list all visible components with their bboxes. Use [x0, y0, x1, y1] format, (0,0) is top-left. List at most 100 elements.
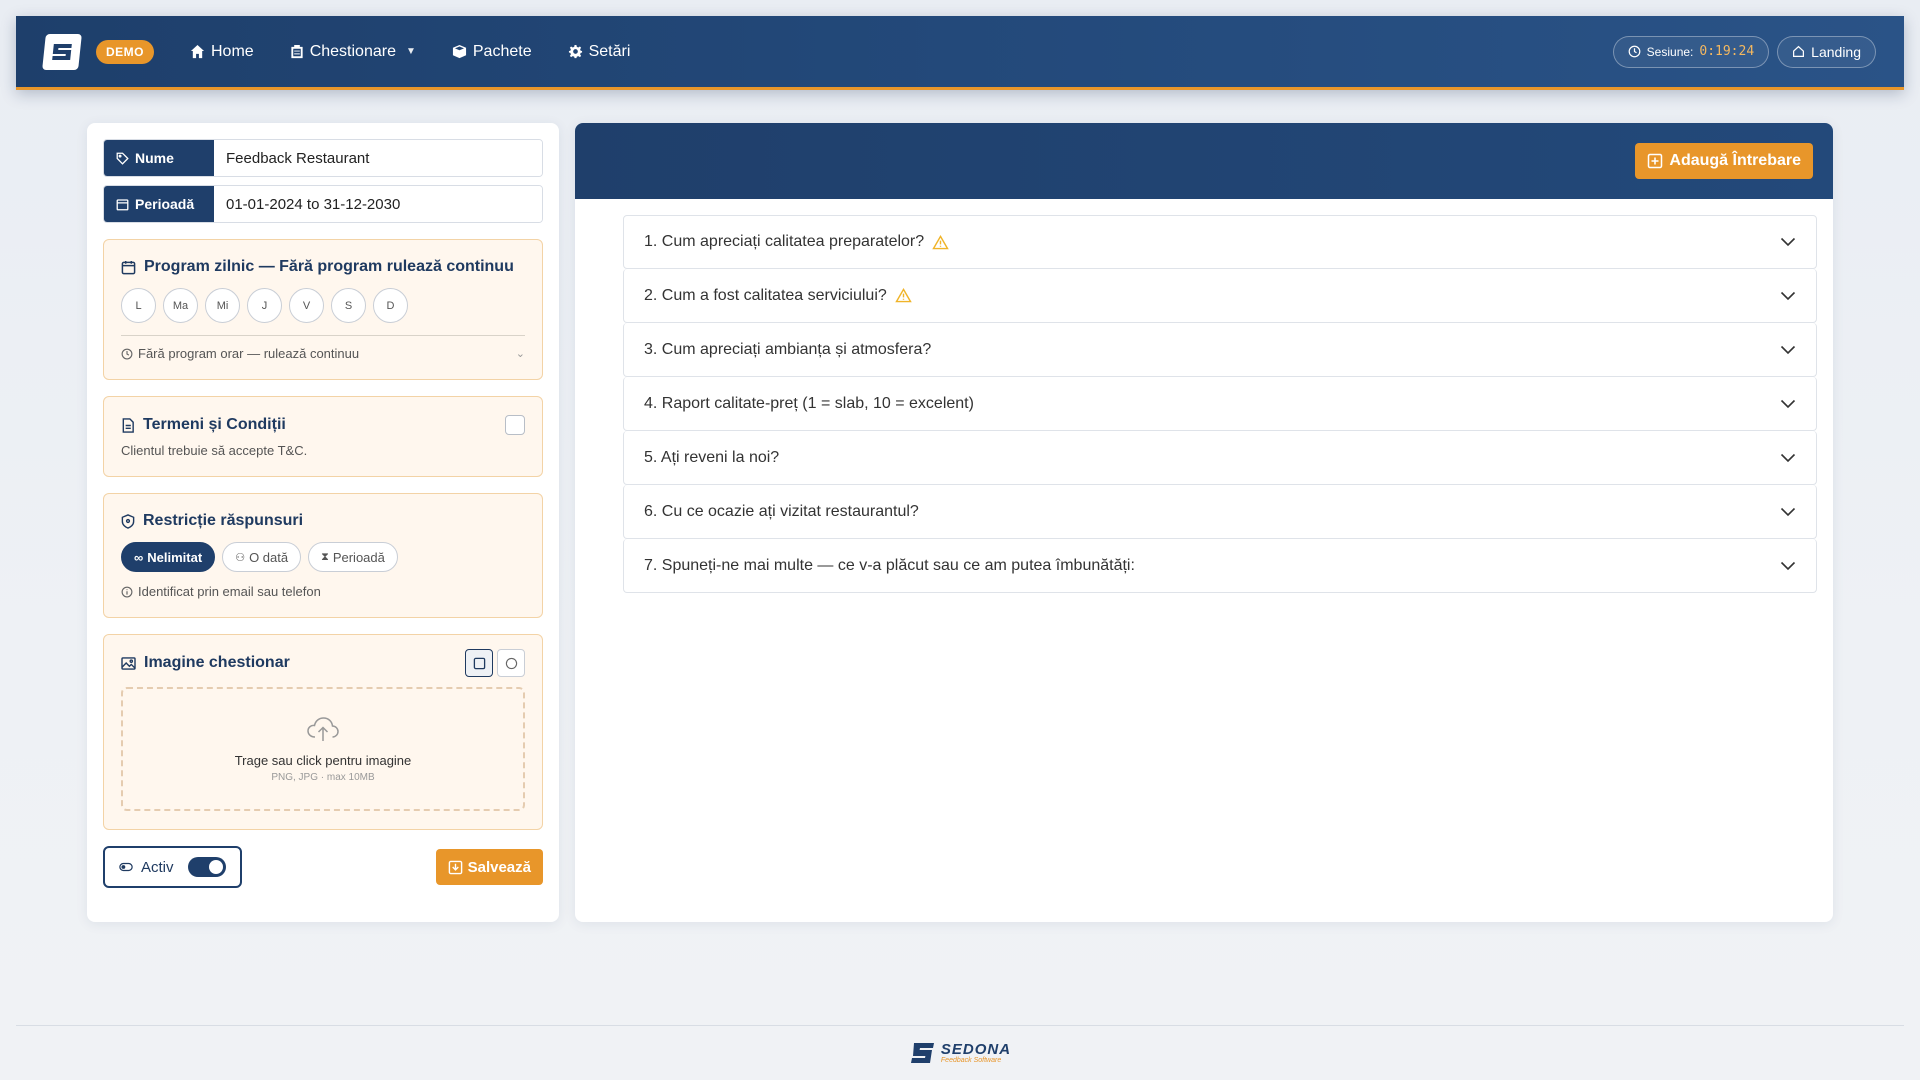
day-button-v[interactable]: V: [289, 288, 324, 323]
clock-icon: [121, 348, 133, 359]
user-icon: ⚇: [235, 551, 246, 564]
chevron-down-icon: [1780, 561, 1796, 570]
question-text: 5. Ați reveni la noi?: [644, 448, 780, 466]
square-icon: [473, 657, 485, 669]
active-label: Activ: [141, 858, 174, 876]
warning-icon: [895, 288, 912, 303]
name-field-row: Nume: [103, 139, 543, 177]
restriction-option-perioada[interactable]: ⧗ Perioadă: [308, 542, 398, 572]
day-button-ma[interactable]: Ma: [163, 288, 198, 323]
warning-icon: [932, 234, 949, 249]
day-button-mi[interactable]: Mi: [205, 288, 240, 323]
demo-badge: DEMO: [96, 39, 154, 64]
calendar-icon: [121, 260, 136, 274]
period-field-row: Perioadă: [103, 185, 543, 223]
question-text: 7. Spuneți-ne mai multe — ce v-a plăcut …: [644, 556, 1135, 574]
nav-home-label: Home: [211, 42, 254, 60]
nav-chestionare-dropdown[interactable]: Chestionare ▼: [290, 43, 416, 61]
chevron-down-icon: [1780, 507, 1796, 516]
home-icon: [190, 44, 205, 59]
question-item-3[interactable]: 3. Cum apreciați ambianța și atmosfera?: [623, 323, 1817, 377]
clipboard-icon: [291, 44, 303, 59]
restriction-note-row: Identificat prin email sau telefon: [121, 584, 525, 599]
schedule-hours-toggle[interactable]: Fără program orar — rulează continuu ⌄: [121, 346, 525, 361]
day-button-l[interactable]: L: [121, 288, 156, 323]
calendar-icon: [116, 198, 129, 210]
question-item-5[interactable]: 5. Ați reveni la noi?: [623, 431, 1817, 485]
period-input[interactable]: [214, 186, 542, 222]
square-shape-button[interactable]: [465, 649, 493, 677]
document-icon: [122, 417, 134, 433]
image-card: Imagine chestionar Trage sau click pentr…: [103, 634, 543, 830]
schedule-note: Fără program orar — rulează continuu: [138, 346, 360, 361]
questions-header: Adaugă Întrebare: [575, 123, 1833, 199]
tag-icon: [116, 152, 129, 165]
add-question-button[interactable]: Adaugă Întrebare: [1635, 143, 1813, 179]
save-button[interactable]: Salvează: [435, 849, 543, 885]
hourglass-icon: ⧗: [321, 550, 329, 563]
chip-label: Perioadă: [332, 549, 385, 565]
landing-button[interactable]: Landing: [1777, 35, 1876, 68]
question-text: 3. Cum apreciați ambianța și atmosfera?: [644, 340, 932, 358]
active-toggle-box[interactable]: Activ: [103, 846, 242, 888]
nav-pachete-label: Pachete: [472, 42, 532, 60]
info-icon: [121, 586, 133, 597]
question-item-2[interactable]: 2. Cum a fost calitatea serviciului?: [623, 269, 1817, 323]
restriction-card: Restricție răspunsuri ∞ Nelimitat ⚇ O da…: [103, 493, 543, 618]
dropzone-hint: PNG, JPG · max 10MB: [271, 772, 375, 783]
logo-icon: [52, 43, 72, 60]
question-list: 1. Cum apreciați calitatea preparatelor?…: [575, 199, 1833, 593]
question-text: 2. Cum a fost calitatea serviciului?: [644, 286, 887, 304]
day-button-j[interactable]: J: [247, 288, 282, 323]
chevron-down-icon: [1780, 237, 1796, 247]
questions-panel: Adaugă Întrebare 1. Cum apreciați calita…: [575, 123, 1833, 922]
day-button-s[interactable]: S: [331, 288, 366, 323]
nav-setari-label: Setări: [588, 42, 631, 60]
terms-subtitle: Clientul trebuie să accepte T&C.: [121, 443, 308, 458]
restriction-options: ∞ Nelimitat ⚇ O dată ⧗ Perioadă: [121, 542, 525, 572]
session-label: Sesiune:: [1646, 44, 1694, 59]
add-question-label: Adaugă Întrebare: [1669, 152, 1801, 169]
image-dropzone[interactable]: Trage sau click pentru imagine PNG, JPG …: [121, 687, 525, 811]
nav-setari[interactable]: Setări: [568, 42, 631, 61]
home-outline-icon: [1793, 45, 1805, 57]
session-timer: 0:19:24: [1699, 44, 1755, 59]
box-icon: [452, 44, 466, 59]
nav-home[interactable]: Home: [190, 43, 254, 61]
save-label: Salvează: [467, 858, 531, 876]
terms-title: Termeni și Condiții: [121, 416, 286, 434]
day-selector: L Ma Mi J V S D: [121, 288, 525, 323]
schedule-card: Program zilnic — Fără program rulează co…: [103, 239, 543, 380]
nav-chestionare-label: Chestionare: [309, 42, 396, 60]
question-item-7[interactable]: 7. Spuneți-ne mai multe — ce v-a plăcut …: [623, 539, 1817, 593]
terms-card: Termeni și Condiții Clientul trebuie să …: [103, 396, 543, 477]
restriction-title-text: Restricție răspunsuri: [143, 512, 304, 529]
terms-checkbox[interactable]: [505, 415, 525, 435]
day-button-d[interactable]: D: [373, 288, 408, 323]
circle-icon: [505, 657, 517, 669]
image-title: Imagine chestionar: [121, 654, 290, 672]
survey-settings-panel: Nume Perioadă Program zilnic — Fără prog…: [87, 123, 559, 922]
name-input[interactable]: [214, 140, 542, 176]
circle-shape-button[interactable]: [497, 649, 525, 677]
chevron-down-icon: ⌄: [515, 348, 525, 360]
name-label-text: Nume: [135, 150, 174, 166]
nav-pachete[interactable]: Pachete: [452, 43, 532, 61]
active-toggle-switch[interactable]: [188, 857, 226, 877]
divider: [121, 335, 525, 336]
question-text: 4. Raport calitate-preț (1 = slab, 10 = …: [644, 394, 974, 412]
question-item-6[interactable]: 6. Cu ce ocazie ați vizitat restaurantul…: [623, 485, 1817, 539]
question-item-4[interactable]: 4. Raport calitate-preț (1 = slab, 10 = …: [623, 377, 1817, 431]
download-save-icon: [448, 860, 462, 874]
footer: SEDONA Feedback Software: [16, 1025, 1904, 1080]
schedule-title: Program zilnic — Fără program rulează co…: [121, 258, 525, 276]
footer-tagline: Feedback Software: [940, 1057, 1002, 1064]
app-logo[interactable]: [42, 33, 82, 70]
restriction-option-nelimitat[interactable]: ∞ Nelimitat: [121, 542, 216, 572]
sedona-logo-icon: [910, 1043, 934, 1063]
footer-brand-name: SEDONA: [940, 1041, 1012, 1058]
session-indicator: Sesiune: 0:19:24: [1612, 35, 1770, 68]
restriction-option-o-data[interactable]: ⚇ O dată: [222, 542, 302, 572]
question-item-1[interactable]: 1. Cum apreciați calitatea preparatelor?: [623, 215, 1817, 269]
landing-label: Landing: [1811, 43, 1861, 60]
